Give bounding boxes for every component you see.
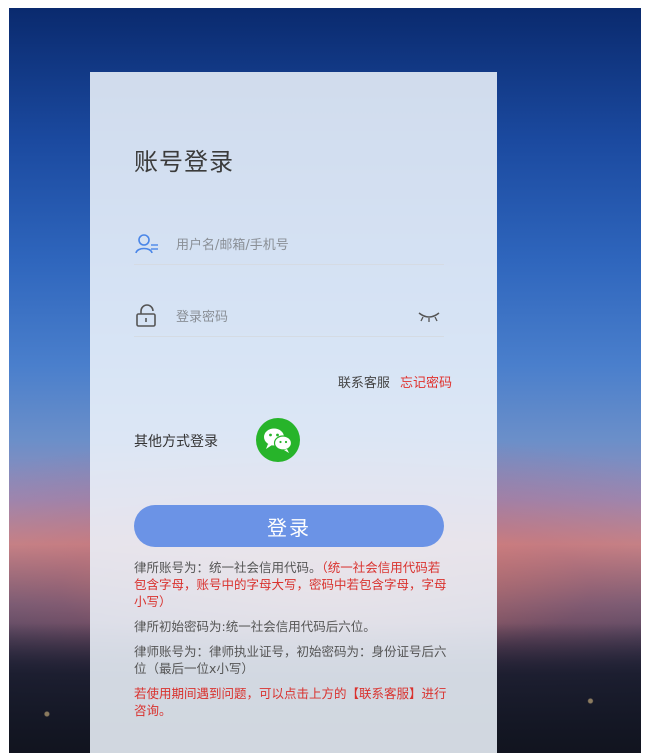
note-firm-account: 律所账号为：统一社会信用代码。（统一社会信用代码若包含字母，账号中的字母大写，密… (134, 559, 450, 610)
note-lawyer-account: 律师账号为：律师执业证号，初始密码为：身份证号后六位（最后一位x小写） (134, 644, 447, 676)
lock-icon (136, 304, 156, 327)
login-button[interactable]: 登录 (134, 505, 444, 547)
eye-closed-icon[interactable] (416, 308, 442, 324)
wechat-icon (264, 428, 293, 453)
password-field-row (134, 294, 444, 337)
login-background: 账号登录 联系客服 (9, 8, 641, 753)
username-field-row (134, 222, 444, 265)
forgot-password-link[interactable]: 忘记密码 (400, 376, 452, 391)
login-card: 账号登录 联系客服 (90, 72, 497, 753)
password-input[interactable] (174, 303, 408, 331)
wechat-login-button[interactable] (256, 418, 300, 462)
note-help: 若使用期间遇到问题，可以点击上方的【联系客服】进行咨询。 (134, 686, 447, 718)
username-input[interactable] (174, 231, 408, 259)
login-notes: 律所账号为：统一社会信用代码。（统一社会信用代码若包含字母，账号中的字母大写，密… (134, 559, 450, 727)
page-title: 账号登录 (134, 148, 234, 176)
user-icon (135, 234, 158, 254)
account-links: 联系客服 忘记密码 (338, 372, 452, 391)
other-login-label: 其他方式登录 (134, 434, 218, 450)
note-firm-password: 律所初始密码为:统一社会信用代码后六位。 (134, 619, 376, 634)
contact-service-link[interactable]: 联系客服 (338, 376, 390, 391)
note-firm-account-text: 律所账号为：统一社会信用代码。 (134, 560, 322, 575)
